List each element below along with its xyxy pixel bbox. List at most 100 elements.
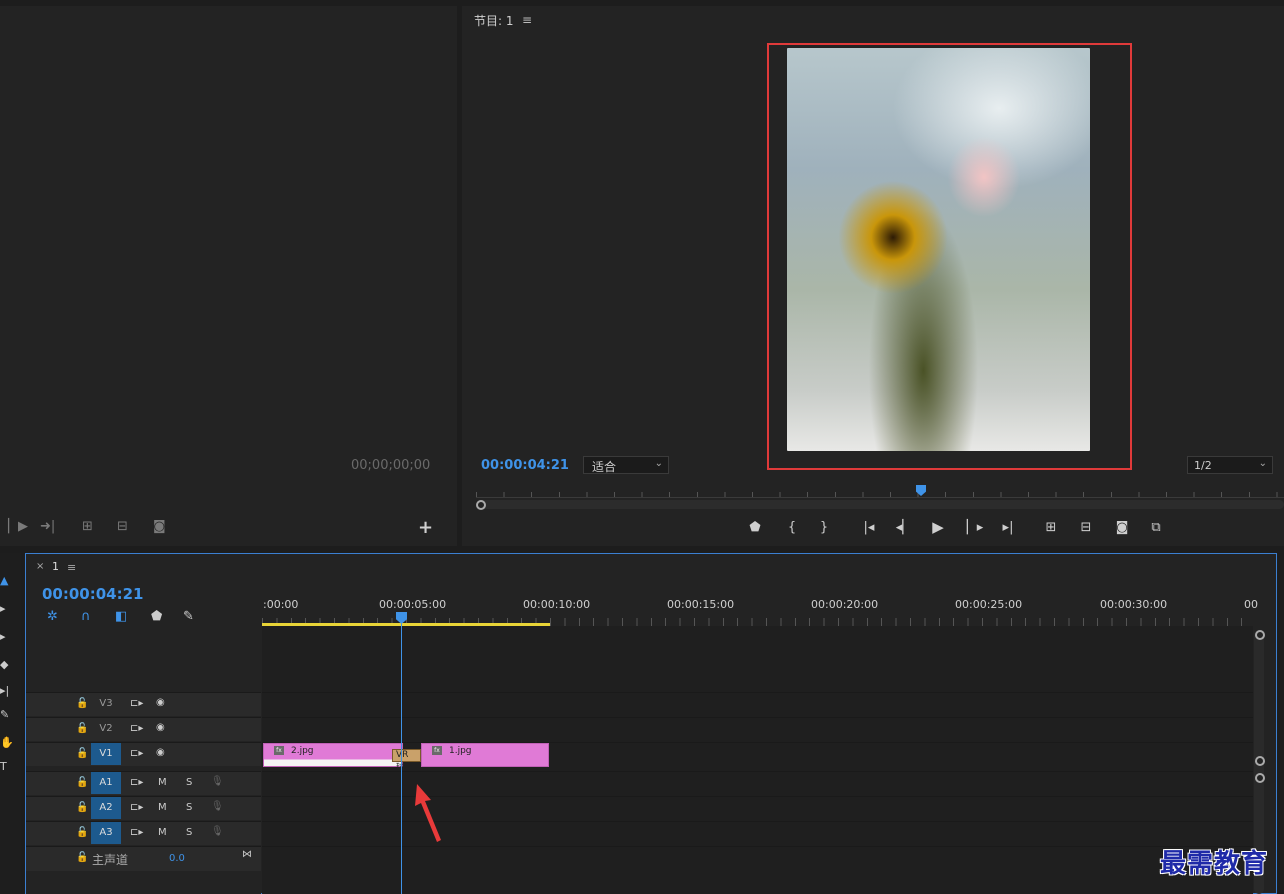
- timeline-timecode[interactable]: 00:00:04:21: [42, 585, 144, 603]
- annotation-arrow: [415, 784, 441, 842]
- program-zoom-scrollbar[interactable]: [476, 500, 1284, 509]
- scrollbar-handle-audio[interactable]: [1255, 773, 1265, 783]
- camera-icon[interactable]: ◙: [153, 519, 166, 534]
- wrench-icon[interactable]: ✎: [183, 609, 194, 624]
- microphone-icon[interactable]: 🎙: [211, 826, 224, 837]
- compare-icon[interactable]: ⧉: [1147, 520, 1165, 535]
- master-volume[interactable]: 0.0: [169, 853, 185, 864]
- scrollbar-handle-bottom[interactable]: [1255, 756, 1265, 766]
- track-header-v2: [26, 717, 261, 741]
- camera-icon[interactable]: ◙: [1113, 520, 1131, 535]
- resolution-select[interactable]: 1/2 ⌄: [1187, 456, 1273, 474]
- track-row-v2[interactable]: [262, 717, 1253, 741]
- scrollbar-handle-top[interactable]: [1255, 630, 1265, 640]
- lock-icon[interactable]: 🔓: [76, 852, 88, 863]
- go-to-out-icon[interactable]: ➜|: [40, 519, 55, 534]
- track-header-master: [26, 846, 261, 871]
- clip-2jpg[interactable]: fx 2.jpg: [263, 743, 403, 767]
- lock-icon[interactable]: 🔓: [76, 723, 88, 734]
- sync-lock-icon[interactable]: ⊏▸: [130, 802, 143, 813]
- overwrite-icon[interactable]: ⊟: [117, 519, 128, 534]
- mark-out-icon[interactable]: }: [815, 520, 833, 535]
- track-row-master[interactable]: [262, 846, 1253, 870]
- add-button[interactable]: +: [418, 517, 433, 538]
- zoom-select[interactable]: 适合 ⌄: [583, 456, 669, 474]
- lock-icon[interactable]: 🔓: [76, 802, 88, 813]
- microphone-icon[interactable]: 🎙: [211, 776, 224, 787]
- watermark-logo: 最需教育: [1160, 849, 1269, 879]
- mute-button[interactable]: M: [158, 802, 167, 813]
- scrollbar-handle[interactable]: [476, 500, 486, 510]
- clip-1jpg[interactable]: fx 1.jpg: [421, 743, 549, 767]
- panel-menu-icon[interactable]: ≡: [67, 561, 76, 574]
- extract-icon[interactable]: ⊟: [1077, 520, 1095, 535]
- eye-icon[interactable]: ◉: [156, 697, 165, 708]
- clip-label: 1.jpg: [449, 746, 472, 756]
- clip-label: 2.jpg: [291, 746, 314, 756]
- step-forward-icon[interactable]: ▏▶: [8, 519, 28, 534]
- track-target-a2[interactable]: A2: [91, 797, 121, 819]
- track-target-a3[interactable]: A3: [91, 822, 121, 844]
- add-marker-icon[interactable]: ⬟: [151, 609, 162, 624]
- pen-tool-icon[interactable]: ✎: [0, 708, 10, 721]
- track-select-tool-icon[interactable]: ▸: [0, 602, 10, 615]
- track-target-v2[interactable]: V2: [91, 718, 121, 740]
- go-to-out-icon[interactable]: ▸|: [999, 520, 1017, 535]
- razor-tool-icon[interactable]: ◆: [0, 658, 10, 671]
- track-header-a2: [26, 796, 261, 820]
- solo-button[interactable]: S: [186, 777, 192, 788]
- sync-lock-icon[interactable]: ⊏▸: [130, 827, 143, 838]
- mute-button[interactable]: M: [158, 827, 167, 838]
- hand-tool-icon[interactable]: ✋: [0, 736, 14, 749]
- program-monitor-title[interactable]: 节目: 1: [474, 12, 514, 29]
- nest-icon[interactable]: ✲: [47, 609, 58, 624]
- sync-lock-icon[interactable]: ⊏▸: [130, 777, 143, 788]
- play-icon[interactable]: ▶: [929, 518, 947, 536]
- track-target-v1[interactable]: V1: [91, 743, 121, 765]
- step-forward-icon[interactable]: ▏▸: [966, 520, 984, 535]
- slip-tool-icon[interactable]: ▸|: [0, 684, 10, 697]
- track-target-v3[interactable]: V3: [91, 693, 121, 715]
- mark-in-icon[interactable]: {: [783, 520, 801, 535]
- fx-icon: fx: [432, 746, 442, 755]
- text-tool-icon[interactable]: T: [0, 760, 10, 773]
- ruler-label: 00:00:20:00: [811, 598, 879, 611]
- eye-icon[interactable]: ◉: [156, 722, 165, 733]
- linked-selection-icon[interactable]: ◧: [115, 609, 127, 624]
- go-to-edit-icon[interactable]: ⋈: [242, 849, 252, 860]
- mute-button[interactable]: M: [158, 777, 167, 788]
- fx-icon: fx: [274, 746, 284, 755]
- sync-lock-icon[interactable]: ⊏▸: [130, 698, 143, 709]
- lock-icon[interactable]: 🔓: [76, 698, 88, 709]
- snap-icon[interactable]: ∩: [81, 609, 91, 624]
- solo-button[interactable]: S: [186, 827, 192, 838]
- ruler-label: 00:00:25:00: [955, 598, 1023, 611]
- track-target-a1[interactable]: A1: [91, 772, 121, 794]
- sequence-tab[interactable]: 1: [52, 560, 59, 573]
- transition-vr-sphere[interactable]: VR 球: [392, 749, 421, 773]
- lock-icon[interactable]: 🔓: [76, 748, 88, 759]
- lock-icon[interactable]: 🔓: [76, 777, 88, 788]
- track-row-v3[interactable]: [262, 692, 1253, 716]
- program-time-ruler[interactable]: [476, 484, 1284, 498]
- lock-icon[interactable]: 🔓: [76, 827, 88, 838]
- ripple-tool-icon[interactable]: ▸: [0, 630, 10, 643]
- marker-icon[interactable]: ⬟: [746, 520, 764, 535]
- insert-icon[interactable]: ⊞: [82, 519, 93, 534]
- eye-icon[interactable]: ◉: [156, 747, 165, 758]
- ruler-label: 00:00:30:00: [1100, 598, 1168, 611]
- panel-menu-icon[interactable]: ≡: [522, 13, 532, 27]
- sync-lock-icon[interactable]: ⊏▸: [130, 723, 143, 734]
- program-timecode[interactable]: 00:00:04:21: [481, 458, 569, 473]
- go-to-in-icon[interactable]: |◂: [860, 520, 878, 535]
- sync-lock-icon[interactable]: ⊏▸: [130, 748, 143, 759]
- microphone-icon[interactable]: 🎙: [211, 801, 224, 812]
- chevron-down-icon: ⌄: [654, 458, 663, 469]
- selection-tool-icon[interactable]: ▲: [0, 574, 10, 587]
- zoom-select-value: 适合: [592, 460, 617, 474]
- lift-icon[interactable]: ⊞: [1042, 520, 1060, 535]
- solo-button[interactable]: S: [186, 802, 192, 813]
- step-back-icon[interactable]: ◂▏: [895, 520, 913, 535]
- close-icon[interactable]: ×: [36, 561, 44, 572]
- source-timecode[interactable]: 00;00;00;00: [351, 458, 430, 473]
